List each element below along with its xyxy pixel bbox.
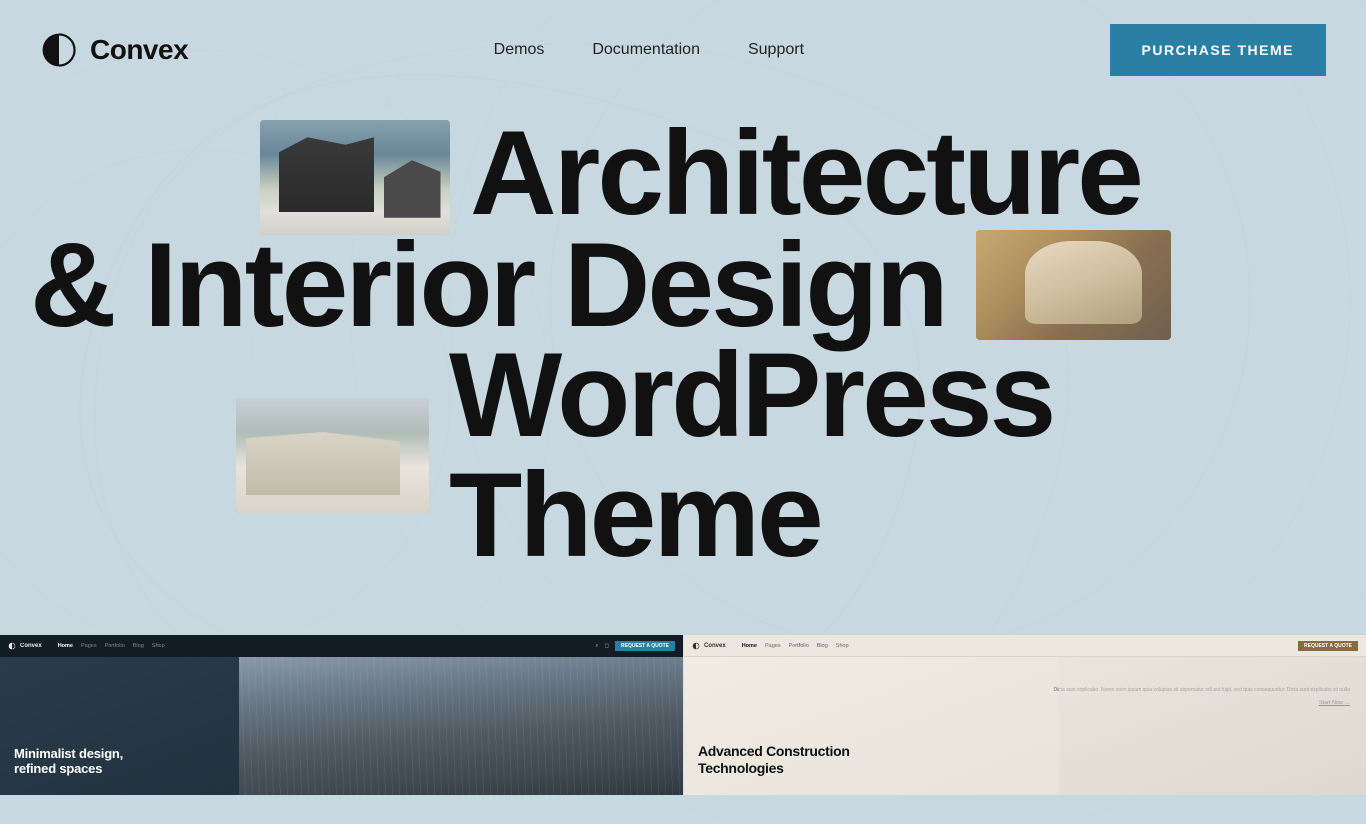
mock-nav-pages: Pages bbox=[81, 643, 97, 649]
demo-mock-dark: Convex Home Pages Portfolio Blog Shop ⌕ … bbox=[0, 635, 683, 795]
mock-nav-blog-light: Blog bbox=[817, 643, 828, 649]
mock-nav-home-light: Home bbox=[742, 643, 757, 649]
demo-thumbnails-section: Convex Home Pages Portfolio Blog Shop ⌕ … bbox=[0, 635, 1366, 795]
mock-search-icon-dark: ⌕ bbox=[595, 643, 598, 650]
hero-text-wordpress-theme: WordPress Theme bbox=[449, 335, 1336, 575]
hero-image-interior-chair bbox=[976, 230, 1171, 340]
mock-brand-dark: Convex bbox=[20, 643, 42, 649]
header: Convex Demos Documentation Support PURCH… bbox=[0, 0, 1366, 100]
main-nav: Demos Documentation Support bbox=[494, 41, 804, 59]
mock-nav-dark: Home Pages Portfolio Blog Shop bbox=[58, 643, 165, 649]
demo-card-dark[interactable]: Convex Home Pages Portfolio Blog Shop ⌕ … bbox=[0, 635, 683, 795]
mock-cart-icon-dark: ◻ bbox=[604, 643, 609, 649]
brand-name: Convex bbox=[90, 34, 188, 66]
hero-title-block: Architecture & Interior Design WordPress… bbox=[0, 110, 1366, 575]
arch-visual-dark bbox=[239, 657, 683, 795]
hero-section: Architecture & Interior Design WordPress… bbox=[0, 100, 1366, 615]
demo-card-light[interactable]: Convex Home Pages Portfolio Blog Shop RE… bbox=[683, 635, 1366, 795]
hero-text-architecture: Architecture bbox=[470, 113, 1141, 233]
mock-cta-dark: REQUEST A QUOTE bbox=[615, 641, 675, 651]
mock-hero-title-light: Advanced ConstructionTechnologies bbox=[698, 743, 850, 777]
logo-area[interactable]: Convex bbox=[40, 31, 188, 69]
hero-image-white-building bbox=[236, 398, 429, 513]
mock-nav-home: Home bbox=[58, 643, 73, 649]
mock-nav-pages-light: Pages bbox=[765, 643, 781, 649]
demo-mock-light: Convex Home Pages Portfolio Blog Shop RE… bbox=[684, 635, 1366, 795]
hero-line-3: WordPress Theme bbox=[30, 335, 1336, 575]
nav-demos[interactable]: Demos bbox=[494, 41, 545, 59]
nav-support[interactable]: Support bbox=[748, 41, 804, 59]
mock-nav-portfolio-light: Portfolio bbox=[789, 643, 809, 649]
mock-nav-shop-light: Shop bbox=[836, 643, 849, 649]
demo-header-light: Convex Home Pages Portfolio Blog Shop RE… bbox=[684, 635, 1366, 657]
hero-line-1: Architecture bbox=[30, 110, 1336, 235]
mock-bg-image-light bbox=[1059, 657, 1366, 795]
mock-nav-shop: Shop bbox=[152, 643, 165, 649]
purchase-theme-button[interactable]: PURCHASE THEME bbox=[1110, 24, 1326, 76]
hero-text-interior-design: & Interior Design bbox=[30, 225, 946, 345]
nav-documentation[interactable]: Documentation bbox=[592, 41, 700, 59]
hero-line-2: & Interior Design bbox=[30, 225, 1336, 345]
mock-brand-light: Convex bbox=[704, 643, 726, 649]
mock-cta-light: REQUEST A QUOTE bbox=[1298, 641, 1358, 651]
demo-header-dark: Convex Home Pages Portfolio Blog Shop ⌕ … bbox=[0, 635, 683, 657]
convex-logo-icon bbox=[40, 31, 78, 69]
demo-body-light: Advanced ConstructionTechnologies Dicta … bbox=[684, 657, 1366, 795]
mock-logo-icon-light bbox=[692, 642, 700, 650]
demo-body-dark: Minimalist design,refined spaces bbox=[0, 657, 683, 795]
mock-logo-icon-dark bbox=[8, 642, 16, 650]
mock-hero-title-dark: Minimalist design,refined spaces bbox=[14, 746, 123, 777]
hero-image-building-exterior bbox=[260, 120, 450, 235]
mock-nav-light: Home Pages Portfolio Blog Shop bbox=[742, 643, 849, 649]
mock-nav-portfolio: Portfolio bbox=[105, 643, 125, 649]
mock-nav-blog: Blog bbox=[133, 643, 144, 649]
